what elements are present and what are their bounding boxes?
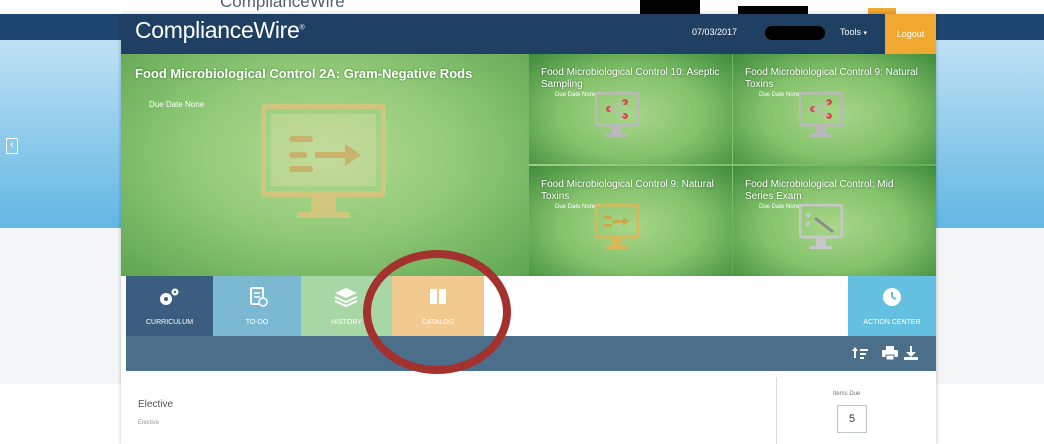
curriculum-list: Elective Elective Items Due 5 bbox=[121, 371, 936, 444]
presentation-icon bbox=[595, 204, 639, 249]
tools-menu[interactable]: Tools ▾ bbox=[840, 27, 867, 37]
carousel-prev-arrow-icon[interactable]: ‹ bbox=[6, 138, 18, 154]
logout-button[interactable]: Logout bbox=[885, 14, 936, 54]
app-window: ComplianceWire® 07/03/2017 Tools ▾ Logou… bbox=[121, 14, 936, 444]
course-tile[interactable]: Food Microbiological Control 10: Aseptic… bbox=[529, 54, 732, 164]
app-logo[interactable]: ComplianceWire® bbox=[135, 17, 305, 44]
featured-courses: Food Microbiological Control 2A: Gram-Ne… bbox=[121, 54, 936, 276]
course-title: Food Microbiological Control 10: Aseptic… bbox=[541, 67, 720, 90]
header-date: 07/03/2017 bbox=[692, 27, 738, 37]
download-icon[interactable] bbox=[903, 346, 919, 360]
tab-label: ACTION CENTER bbox=[863, 319, 921, 326]
presentation-icon bbox=[261, 104, 386, 218]
share-icon bbox=[595, 92, 639, 137]
course-due-date: Due Date None bbox=[149, 100, 205, 109]
curriculum-icon bbox=[160, 288, 179, 305]
todo-list-icon bbox=[250, 287, 268, 307]
items-due-label: Items Due bbox=[833, 391, 861, 397]
course-due-date: Due Date None bbox=[759, 92, 801, 98]
course-due-date: Due Date None bbox=[555, 204, 597, 210]
tab-action-center[interactable]: ACTION CENTER bbox=[848, 276, 936, 336]
course-due-date: Due Date None bbox=[759, 204, 801, 210]
course-tile-featured[interactable]: Food Microbiological Control 2A: Gram-Ne… bbox=[121, 54, 529, 276]
list-toolbar bbox=[126, 336, 936, 371]
list-item[interactable]: Elective Elective bbox=[126, 377, 777, 444]
curriculum-subtitle: Elective bbox=[138, 420, 160, 426]
main-tabs: CURRICULUM TO-DO HISTORY CATALOG ACTION … bbox=[121, 276, 936, 336]
course-tile[interactable]: Food Microbiological Control 9: Natural … bbox=[733, 54, 936, 164]
annotation-circle bbox=[363, 250, 511, 374]
tab-label: TO-DO bbox=[245, 319, 269, 326]
course-tile[interactable]: Food Microbiological Control 9: Natural … bbox=[529, 166, 732, 276]
tab-todo[interactable]: TO-DO bbox=[213, 276, 301, 336]
items-due-count[interactable]: 5 bbox=[837, 405, 867, 433]
clock-icon bbox=[883, 288, 901, 306]
course-tile[interactable]: Food Microbiological Control: Mid Series… bbox=[733, 166, 936, 276]
exam-icon bbox=[799, 204, 843, 249]
share-icon bbox=[799, 92, 843, 137]
caret-down-icon: ▾ bbox=[863, 30, 868, 37]
tab-label: CURRICULUM bbox=[145, 319, 194, 326]
print-icon[interactable] bbox=[882, 346, 898, 360]
course-title: Food Microbiological Control 9: Natural … bbox=[541, 179, 714, 202]
sort-icon[interactable] bbox=[852, 346, 868, 360]
tab-curriculum[interactable]: CURRICULUM bbox=[126, 276, 213, 336]
user-name-redacted bbox=[765, 26, 825, 40]
course-title: Food Microbiological Control 9: Natural … bbox=[745, 67, 918, 90]
course-title: Food Microbiological Control: Mid Series… bbox=[745, 179, 894, 202]
course-due-date: Due Date None bbox=[555, 92, 597, 98]
app-header: ComplianceWire® 07/03/2017 Tools ▾ Logou… bbox=[121, 14, 936, 54]
course-title: Food Microbiological Control 2A: Gram-Ne… bbox=[135, 66, 473, 81]
curriculum-title: Elective bbox=[138, 399, 174, 410]
background-logo: ComplianceWire® bbox=[220, 0, 345, 11]
